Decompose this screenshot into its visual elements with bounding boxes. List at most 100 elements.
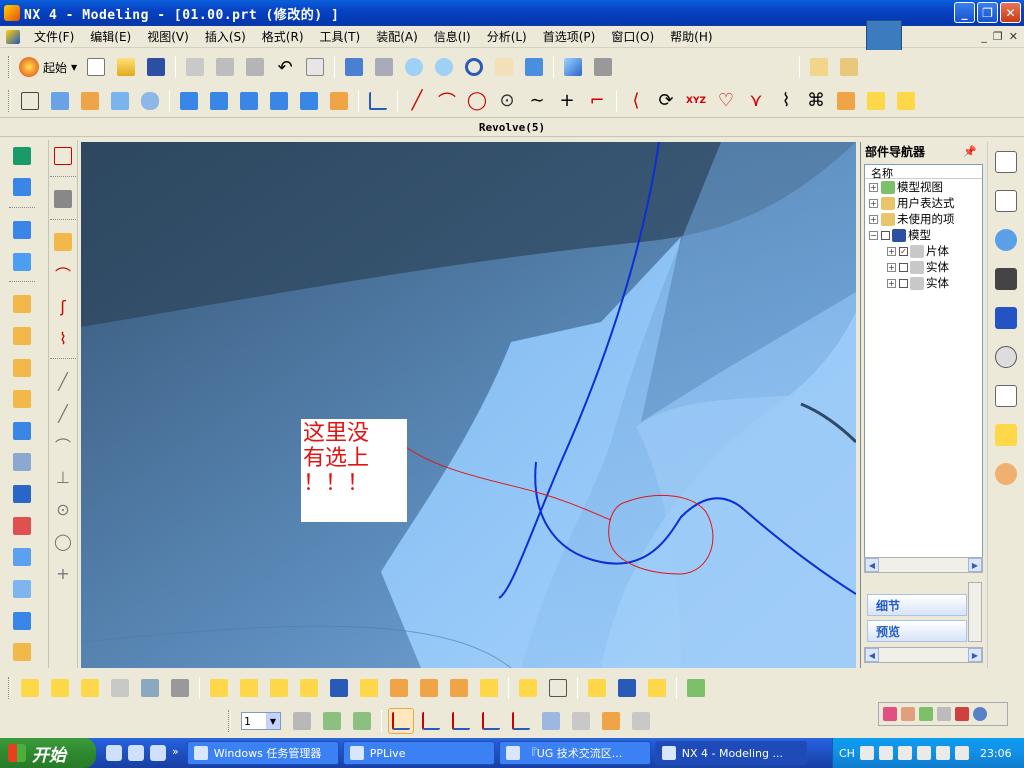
curve-analysis-button[interactable]: ⌇ [50, 325, 76, 351]
datum-button[interactable] [326, 88, 352, 114]
helix-button[interactable]: ⟳ [653, 88, 679, 114]
pad-button[interactable] [9, 217, 35, 243]
doc-minimize-icon[interactable]: _ [981, 30, 987, 43]
document-icon[interactable] [6, 29, 20, 44]
smooth-spline-button[interactable]: ʃ [50, 293, 76, 319]
chain-button[interactable] [644, 675, 670, 701]
cylinder-button[interactable] [206, 88, 232, 114]
doc-restore-icon[interactable]: ❐ [993, 30, 1003, 43]
wave-manager-button[interactable] [266, 675, 292, 701]
layer-settings-button[interactable] [289, 708, 315, 734]
volume-icon[interactable] [935, 746, 950, 760]
screen-button[interactable] [614, 675, 640, 701]
trim-body-button[interactable] [9, 639, 35, 665]
taskbar-item-ug-forum[interactable]: 『UG 技术交流区... [498, 741, 651, 765]
expand-toggle[interactable]: + [869, 214, 878, 224]
wcs-set-button[interactable] [598, 708, 624, 734]
expand-toggle[interactable]: + [869, 198, 878, 208]
column-header-name[interactable]: 名称 [865, 165, 982, 180]
taskbar-item-pplive[interactable]: PPLive [342, 741, 495, 765]
zoom-button[interactable] [401, 54, 427, 80]
preview-panel-button[interactable]: 预览 [867, 620, 967, 642]
mate-component-button[interactable] [137, 675, 163, 701]
sketch-circle-button[interactable]: ⊙ [50, 496, 76, 522]
scale-button[interactable] [9, 608, 35, 634]
chamfer-button[interactable] [9, 323, 35, 349]
copy-button[interactable] [212, 54, 238, 80]
tube-button[interactable] [137, 88, 163, 114]
model-render[interactable] [81, 142, 856, 668]
taskbar-item-nx[interactable]: NX 4 - Modeling ... [654, 741, 807, 765]
menu-view[interactable]: 视图(V) [139, 28, 197, 45]
menu-analysis[interactable]: 分析(L) [479, 28, 535, 45]
expand-toggle[interactable]: + [869, 182, 878, 192]
expand-toggle[interactable]: + [887, 278, 896, 288]
media-icon[interactable] [128, 745, 144, 761]
add-component-button[interactable] [17, 675, 43, 701]
doc-close-icon[interactable]: ✕ [1009, 30, 1018, 43]
deformable-button[interactable] [446, 675, 472, 701]
circle-button[interactable]: ◯ [464, 88, 490, 114]
replace-component-button[interactable] [107, 675, 133, 701]
collapse-toggle[interactable]: − [869, 230, 878, 240]
help-circle-icon[interactable] [973, 707, 987, 721]
ellipse-button[interactable]: ⊙ [494, 88, 520, 114]
wcs-absolute-button[interactable] [508, 708, 534, 734]
wave-geom-button[interactable] [236, 675, 262, 701]
help-tab[interactable] [992, 304, 1020, 332]
wave-link-button[interactable] [206, 675, 232, 701]
menu-help[interactable]: 帮助(H) [662, 28, 720, 45]
move-to-layer-button[interactable] [349, 708, 375, 734]
analysis-button[interactable] [836, 54, 862, 80]
menu-insert[interactable]: 插入(S) [197, 28, 254, 45]
minimize-button[interactable]: _ [954, 2, 975, 23]
form-feature-button[interactable] [9, 143, 35, 169]
point-button[interactable]: + [554, 88, 580, 114]
pattern-button[interactable] [9, 481, 35, 507]
expand-toggle[interactable]: + [887, 246, 896, 256]
process-studio-tab[interactable] [992, 421, 1020, 449]
details-panel-button[interactable]: 细节 [867, 594, 967, 616]
hierarchy-button[interactable] [545, 675, 571, 701]
sketch-circle2-button[interactable]: ◯ [50, 528, 76, 554]
new-file-button[interactable] [83, 54, 109, 80]
sequence-button[interactable] [356, 675, 382, 701]
cone-button[interactable] [236, 88, 262, 114]
arrow-left-icon[interactable] [897, 746, 912, 760]
scroll-left-icon[interactable]: ◀ [865, 648, 879, 662]
explosion-button[interactable] [296, 675, 322, 701]
visibility-checkbox[interactable] [899, 262, 908, 272]
assembly-navigator-tab[interactable] [992, 148, 1020, 176]
qq-icon[interactable] [916, 746, 931, 760]
wcs-rotate-button[interactable] [448, 708, 474, 734]
law-curve-button[interactable]: XYZ [683, 88, 709, 114]
sketch-line-button[interactable]: ╱ [50, 368, 76, 394]
undo-button[interactable]: ↶ [272, 54, 298, 80]
scroll-right-icon[interactable]: ▶ [968, 648, 982, 662]
panel-vertical-scrollbar[interactable] [968, 582, 982, 642]
sketch-arc-button[interactable]: ⌒ [50, 432, 76, 458]
sketch-line2-button[interactable]: ╱ [50, 400, 76, 426]
toolbar-grip[interactable] [228, 710, 231, 732]
line-button[interactable]: ╱ [404, 88, 430, 114]
face-blend-button[interactable] [9, 355, 35, 381]
product-button[interactable] [584, 675, 610, 701]
measure-button[interactable] [806, 54, 832, 80]
zoom-in-button[interactable] [431, 54, 457, 80]
curve-length-button[interactable]: ⌒ [50, 261, 76, 287]
toolbar-grip[interactable] [8, 56, 11, 78]
extract-curve-button[interactable] [833, 88, 859, 114]
hole-button[interactable] [296, 88, 322, 114]
variation-button[interactable] [416, 675, 442, 701]
new-component-button[interactable] [47, 675, 73, 701]
mirror-assembly-button[interactable] [326, 675, 352, 701]
draft-button[interactable] [9, 418, 35, 444]
offset-curve-button[interactable]: ⟨ [623, 88, 649, 114]
thread-button[interactable] [9, 450, 35, 476]
work-layer-select[interactable]: 1 ▼ [241, 712, 281, 730]
block-button[interactable] [176, 88, 202, 114]
scroll-right-icon[interactable]: ▶ [968, 558, 982, 572]
close-button[interactable]: ✕ [1000, 2, 1021, 23]
visibility-checkbox[interactable] [881, 230, 890, 240]
save-button[interactable] [143, 54, 169, 80]
